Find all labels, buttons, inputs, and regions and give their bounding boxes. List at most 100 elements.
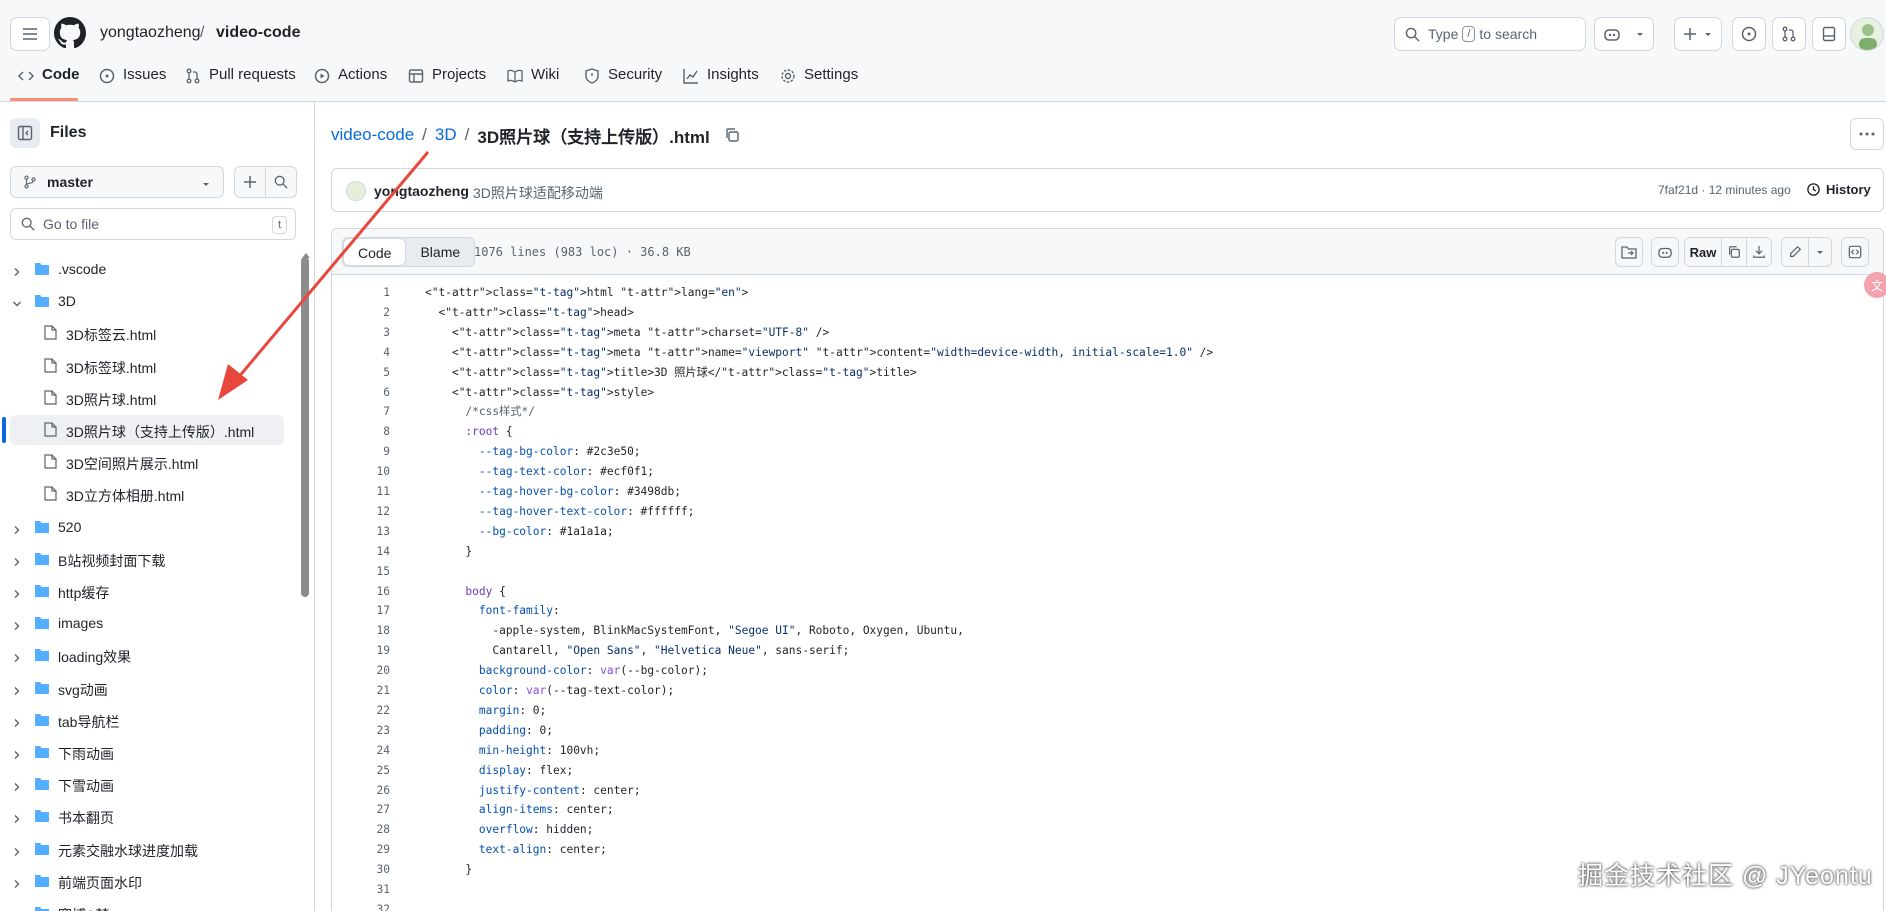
line-number[interactable]: 16: [332, 582, 390, 602]
line-number[interactable]: 19: [332, 641, 390, 661]
inbox-button[interactable]: [1812, 17, 1846, 51]
tab-insights[interactable]: Insights: [683, 66, 759, 102]
line-number[interactable]: 30: [332, 860, 390, 880]
chevron-right-icon[interactable]: [12, 779, 22, 795]
tab-pull-requests[interactable]: Pull requests: [185, 66, 296, 102]
tree-folder-item[interactable]: 520: [0, 512, 290, 542]
line-number[interactable]: 2: [332, 303, 390, 323]
repo-owner-link[interactable]: yongtaozheng: [100, 24, 201, 42]
pull-requests-button[interactable]: [1772, 17, 1806, 51]
collapse-sidebar-button[interactable]: [10, 118, 40, 148]
tree-folder-item[interactable]: 下雨动画: [0, 737, 290, 767]
breadcrumb-folder-link[interactable]: 3D: [435, 125, 457, 145]
tab-actions[interactable]: Actions: [314, 66, 387, 102]
line-number[interactable]: 3: [332, 323, 390, 343]
chevron-right-icon[interactable]: [12, 650, 22, 666]
tree-file-item[interactable]: 3D空间照片展示.html: [0, 447, 290, 477]
line-number[interactable]: 25: [332, 761, 390, 781]
go-to-file-input[interactable]: Go to file t: [10, 208, 296, 240]
translate-icon[interactable]: 文: [1864, 272, 1886, 298]
tree-file-item[interactable]: 3D照片球（支持上传版）.html: [10, 415, 284, 445]
line-number[interactable]: 6: [332, 383, 390, 403]
more-options-button[interactable]: [1850, 118, 1884, 150]
line-number[interactable]: 14: [332, 542, 390, 562]
line-number[interactable]: 4: [332, 343, 390, 363]
tab-code[interactable]: Code: [18, 66, 80, 102]
tree-file-item[interactable]: 3D立方体相册.html: [0, 479, 290, 509]
tree-file-item[interactable]: 3D照片球.html: [0, 383, 290, 413]
tab-projects[interactable]: Projects: [408, 66, 486, 102]
edit-file-button[interactable]: [1781, 237, 1809, 267]
download-button[interactable]: [1746, 237, 1772, 267]
chevron-right-icon[interactable]: [12, 811, 22, 827]
menu-button[interactable]: [10, 17, 50, 51]
line-number[interactable]: 21: [332, 681, 390, 701]
line-number[interactable]: 32: [332, 900, 390, 911]
edit-options-button[interactable]: [1808, 237, 1832, 267]
create-new-button[interactable]: [1674, 17, 1722, 51]
line-number[interactable]: 1: [332, 283, 390, 303]
line-number[interactable]: 22: [332, 701, 390, 721]
sidebar-scrollbar[interactable]: [301, 257, 309, 597]
tree-folder-item[interactable]: 书本翻页: [0, 801, 290, 831]
chevron-right-icon[interactable]: [12, 876, 22, 892]
line-number[interactable]: 31: [332, 880, 390, 900]
tree-folder-item[interactable]: B站视频封面下载: [0, 544, 290, 574]
tree-file-item[interactable]: 3D标签云.html: [0, 318, 290, 348]
breadcrumb-root-link[interactable]: video-code: [331, 125, 414, 145]
line-number[interactable]: 28: [332, 820, 390, 840]
tab-settings[interactable]: Settings: [780, 66, 858, 102]
copilot-ask-button[interactable]: [1651, 237, 1679, 267]
tree-file-item[interactable]: 3D标签球.html: [0, 351, 290, 381]
issues-button[interactable]: [1732, 17, 1766, 51]
line-number[interactable]: 5: [332, 363, 390, 383]
tree-folder-item[interactable]: tab导航栏: [0, 705, 290, 735]
history-button[interactable]: History: [1806, 182, 1871, 197]
line-number[interactable]: 27: [332, 800, 390, 820]
commit-hash-time[interactable]: 7faf21d · 12 minutes ago: [1658, 183, 1791, 197]
commit-message[interactable]: 3D照片球适配移动端: [473, 183, 603, 203]
chevron-right-icon[interactable]: [12, 618, 22, 634]
line-number[interactable]: 13: [332, 522, 390, 542]
user-avatar[interactable]: [1850, 17, 1884, 51]
line-number[interactable]: 7: [332, 402, 390, 422]
line-number[interactable]: 8: [332, 422, 390, 442]
chevron-right-icon[interactable]: [12, 586, 22, 602]
line-number[interactable]: 17: [332, 601, 390, 621]
chevron-right-icon[interactable]: [12, 264, 22, 280]
branch-selector[interactable]: master: [10, 166, 224, 198]
chevron-right-icon[interactable]: [12, 844, 22, 860]
chevron-right-icon[interactable]: [12, 715, 22, 731]
copy-raw-button[interactable]: [1721, 237, 1747, 267]
chevron-right-icon[interactable]: [12, 554, 22, 570]
commit-author[interactable]: yongtaozheng: [374, 183, 469, 199]
tree-folder-item[interactable]: .vscode: [0, 254, 290, 284]
add-file-button[interactable]: [234, 166, 266, 198]
line-number[interactable]: 10: [332, 462, 390, 482]
search-input[interactable]: Type / to search: [1394, 17, 1586, 51]
tab-blame-view[interactable]: Blame: [406, 238, 474, 266]
chevron-right-icon[interactable]: [12, 747, 22, 763]
chevron-down-icon[interactable]: [12, 296, 22, 312]
line-number[interactable]: 18: [332, 621, 390, 641]
line-number[interactable]: 11: [332, 482, 390, 502]
line-number[interactable]: 15: [332, 562, 390, 582]
chevron-right-icon[interactable]: [12, 683, 22, 699]
search-files-button[interactable]: [265, 166, 297, 198]
tree-folder-item[interactable]: svg动画: [0, 673, 290, 703]
tree-folder-item[interactable]: 下雪动画: [0, 769, 290, 799]
chevron-right-icon[interactable]: [12, 522, 22, 538]
copilot-button[interactable]: [1594, 17, 1654, 51]
tab-wiki[interactable]: Wiki: [507, 66, 559, 102]
tab-security[interactable]: Security: [584, 66, 662, 102]
tree-folder-item[interactable]: 元素交融水球进度加载: [0, 834, 290, 864]
line-number[interactable]: 26: [332, 781, 390, 801]
line-number[interactable]: 9: [332, 442, 390, 462]
line-number[interactable]: 23: [332, 721, 390, 741]
commit-author-avatar[interactable]: [346, 181, 366, 201]
move-file-button[interactable]: [1615, 237, 1643, 267]
copy-path-icon[interactable]: [724, 127, 740, 143]
line-number[interactable]: 29: [332, 840, 390, 860]
tree-folder-item[interactable]: 前端页面水印: [0, 866, 290, 896]
tab-issues[interactable]: Issues: [99, 66, 166, 102]
